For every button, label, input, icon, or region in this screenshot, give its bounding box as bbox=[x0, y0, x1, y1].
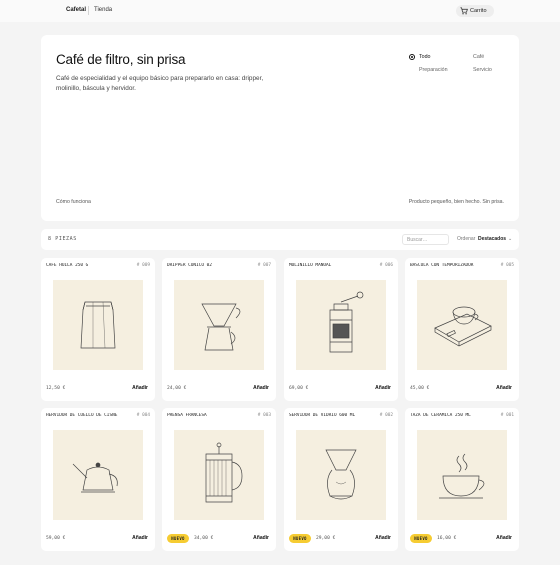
product-code: # 004 bbox=[136, 413, 150, 418]
grinder-icon bbox=[296, 280, 386, 370]
product-count: 8 PIEZAS bbox=[48, 236, 77, 242]
product-name: TAZA DE CERÁMICA 250 ML bbox=[410, 413, 471, 418]
add-to-cart-button[interactable]: Añadir bbox=[253, 535, 269, 541]
new-badge: NUEVO bbox=[167, 534, 189, 543]
add-to-cart-button[interactable]: Añadir bbox=[375, 535, 391, 541]
top-bar: Cafetal Tienda Carrito bbox=[0, 0, 560, 22]
page-title: Café de filtro, sin prisa bbox=[56, 52, 186, 67]
product-code: # 006 bbox=[379, 263, 393, 268]
product-code: # 007 bbox=[257, 263, 271, 268]
product-name: BÁSCULA CON TEMPORIZADOR bbox=[410, 263, 474, 268]
add-to-cart-button[interactable]: Añadir bbox=[496, 535, 512, 541]
product-name: HERVIDOR DE CUELLO DE CISNE bbox=[46, 413, 118, 418]
product-price: 59,00 € bbox=[46, 536, 66, 541]
nav-link-shop[interactable]: Tienda bbox=[94, 7, 112, 13]
product-name: PRENSA FRANCESA bbox=[167, 413, 207, 418]
product-name: SERVIDOR DE VIDRIO 600 ML bbox=[289, 413, 356, 418]
product-card[interactable]: MOLINILLO MANUAL # 006 69,00 € Añadir bbox=[284, 258, 398, 401]
product-card[interactable]: CAFÉ HUILA 250 G # 009 12,50 € Añadir bbox=[41, 258, 155, 401]
product-code: # 009 bbox=[136, 263, 150, 268]
add-to-cart-button[interactable]: Añadir bbox=[496, 385, 512, 391]
scale-icon bbox=[417, 280, 507, 370]
add-to-cart-button[interactable]: Añadir bbox=[132, 535, 148, 541]
filter-cafe[interactable]: Café bbox=[473, 54, 484, 60]
product-name: DRIPPER CÓNICO 02 bbox=[167, 263, 212, 268]
product-price: 29,00 € bbox=[316, 536, 336, 541]
filter-preparacion[interactable]: Preparación bbox=[419, 67, 448, 73]
search-input[interactable]: Buscar… bbox=[402, 234, 449, 245]
new-badge: NUEVO bbox=[289, 534, 311, 543]
glass-server-icon bbox=[296, 430, 386, 520]
hero-description: Café de especialidad y el equipo básico … bbox=[56, 75, 264, 92]
add-to-cart-button[interactable]: Añadir bbox=[132, 385, 148, 391]
slogan: Producto pequeño, bien hecho. Sin prisa. bbox=[408, 199, 504, 205]
french-press-icon bbox=[174, 430, 264, 520]
cart-button[interactable]: Carrito bbox=[456, 5, 494, 17]
sort-select[interactable]: Destacados bbox=[478, 236, 506, 242]
search-placeholder: Buscar… bbox=[407, 237, 428, 243]
filter-todo[interactable]: Todo bbox=[419, 54, 431, 60]
product-code: # 001 bbox=[500, 413, 514, 418]
product-price: 24,00 € bbox=[167, 386, 187, 391]
cart-label: Carrito bbox=[470, 8, 487, 14]
radio-selected-icon[interactable] bbox=[409, 54, 415, 60]
chevron-down-icon[interactable]: ⌄ bbox=[508, 236, 512, 242]
cart-icon bbox=[460, 7, 468, 15]
nav-divider bbox=[88, 6, 89, 15]
product-name: MOLINILLO MANUAL bbox=[289, 263, 332, 268]
product-price: 34,00 € bbox=[194, 536, 214, 541]
product-code: # 003 bbox=[257, 413, 271, 418]
hero-panel: Café de filtro, sin prisa Café de especi… bbox=[41, 35, 519, 221]
sort-label: Ordenar bbox=[457, 236, 476, 242]
product-price: 12,50 € bbox=[46, 386, 66, 391]
product-card[interactable]: TAZA DE CERÁMICA 250 ML # 001 NUEVO 16,0… bbox=[405, 408, 519, 551]
coffee-bag-icon bbox=[53, 280, 143, 370]
product-toolbar: 8 PIEZAS Buscar… Ordenar Destacados ⌄ bbox=[41, 229, 519, 250]
product-price: 69,00 € bbox=[289, 386, 309, 391]
add-to-cart-button[interactable]: Añadir bbox=[253, 385, 269, 391]
product-price: 16,00 € bbox=[437, 536, 457, 541]
product-card[interactable]: BÁSCULA CON TEMPORIZADOR # 005 45,00 € A… bbox=[405, 258, 519, 401]
product-card[interactable]: SERVIDOR DE VIDRIO 600 ML # 002 NUEVO 29… bbox=[284, 408, 398, 551]
product-card[interactable]: HERVIDOR DE CUELLO DE CISNE # 004 59,00 … bbox=[41, 408, 155, 551]
cup-icon bbox=[417, 430, 507, 520]
product-price: 45,00 € bbox=[410, 386, 430, 391]
add-to-cart-button[interactable]: Añadir bbox=[375, 385, 391, 391]
product-card[interactable]: DRIPPER CÓNICO 02 # 007 24,00 € Añadir bbox=[162, 258, 276, 401]
kettle-icon bbox=[53, 430, 143, 520]
product-code: # 005 bbox=[500, 263, 514, 268]
new-badge: NUEVO bbox=[410, 534, 432, 543]
product-code: # 002 bbox=[379, 413, 393, 418]
product-card[interactable]: PRENSA FRANCESA # 003 NUEVO 34,00 € Añad… bbox=[162, 408, 276, 551]
brand-logo[interactable]: Cafetal bbox=[66, 7, 86, 13]
dripper-icon bbox=[174, 280, 264, 370]
product-name: CAFÉ HUILA 250 G bbox=[46, 263, 89, 268]
filter-servicio[interactable]: Servicio bbox=[473, 67, 492, 73]
how-it-works-link[interactable]: Cómo funciona bbox=[56, 199, 91, 205]
